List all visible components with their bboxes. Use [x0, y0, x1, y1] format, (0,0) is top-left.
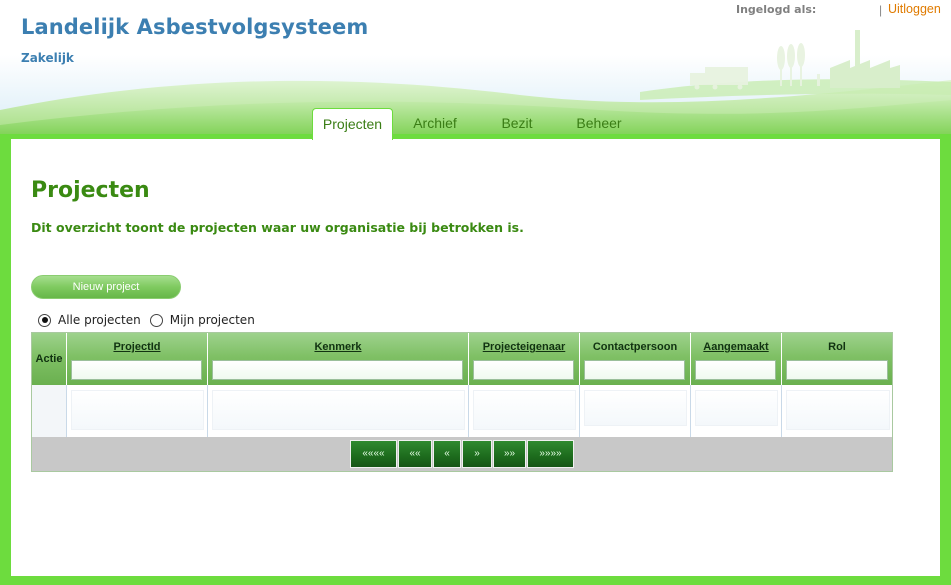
tab-projecten[interactable]: Projecten	[312, 108, 393, 140]
empty-cell	[67, 385, 208, 437]
empty-cell	[32, 385, 67, 437]
radio-all-projects[interactable]	[38, 313, 51, 327]
frame-bottom	[0, 576, 951, 585]
col-aangemaakt: Aangemaakt	[691, 333, 782, 385]
pager-next-button[interactable]: »	[462, 440, 492, 468]
project-filter: Alle projecten Mijn projecten	[38, 311, 264, 329]
frame-right	[940, 135, 951, 585]
col-projectid-title[interactable]: ProjectId	[67, 341, 207, 353]
login-label: Ingelogd als:	[736, 3, 817, 16]
empty-cell-box	[695, 390, 778, 426]
radio-my-projects[interactable]	[149, 313, 163, 327]
filter-projecteigenaar-input[interactable]	[473, 360, 574, 380]
empty-cell	[782, 385, 892, 437]
grid-pager-bar: «««« «« « » »» »»»»	[32, 437, 892, 471]
new-project-button[interactable]: Nieuw project	[31, 275, 181, 299]
col-projecteigenaar-title[interactable]: Projecteigenaar	[469, 341, 579, 353]
pager-prev-button[interactable]: «	[433, 440, 461, 468]
grid-header: Actie ProjectId Kenmerk Projecteigenaar …	[32, 333, 892, 385]
page-title: Projecten	[31, 178, 150, 203]
projects-grid: Actie ProjectId Kenmerk Projecteigenaar …	[31, 332, 893, 472]
filter-aangemaakt-input[interactable]	[695, 360, 776, 380]
filter-contactpersoon-input[interactable]	[584, 360, 685, 380]
empty-cell	[469, 385, 580, 437]
frame-left	[0, 135, 11, 585]
pager-back-far-button[interactable]: ««	[398, 440, 432, 468]
pager-first-button[interactable]: ««««	[350, 440, 397, 468]
col-kenmerk: Kenmerk	[208, 333, 469, 385]
header-separator: |	[879, 3, 883, 17]
app-subtitle: Zakelijk	[21, 51, 74, 65]
col-actie: Actie	[32, 333, 67, 385]
pager-last-button[interactable]: »»»»	[527, 440, 574, 468]
col-projecteigenaar: Projecteigenaar	[469, 333, 580, 385]
empty-cell-box	[473, 390, 576, 430]
col-actie-title: Actie	[35, 353, 63, 365]
empty-cell	[580, 385, 691, 437]
col-rol-title: Rol	[828, 341, 846, 353]
col-kenmerk-title[interactable]: Kenmerk	[208, 341, 468, 353]
radio-all-projects-label[interactable]: Alle projecten	[58, 313, 141, 327]
col-contactpersoon-title: Contactpersoon	[592, 341, 678, 353]
empty-cell-box	[584, 390, 687, 426]
col-rol: Rol	[782, 333, 892, 385]
empty-cell	[691, 385, 782, 437]
page-description: Dit overzicht toont de projecten waar uw…	[31, 220, 524, 235]
tab-beheer[interactable]: Beheer	[562, 108, 636, 140]
grid-body	[32, 385, 892, 437]
col-projectid: ProjectId	[67, 333, 208, 385]
radio-my-projects-label[interactable]: Mijn projecten	[170, 313, 255, 327]
site-header: Landelijk Asbestvolgsysteem Zakelijk Ing…	[0, 0, 951, 140]
app-title: Landelijk Asbestvolgsysteem	[21, 15, 369, 39]
filter-projectid-input[interactable]	[71, 360, 202, 380]
empty-cell-box	[786, 390, 890, 430]
empty-cell-box	[71, 390, 204, 430]
col-aangemaakt-title[interactable]: Aangemaakt	[691, 341, 781, 353]
empty-cell-box	[212, 390, 465, 430]
tab-archief[interactable]: Archief	[400, 108, 470, 140]
tab-bezit[interactable]: Bezit	[485, 108, 549, 140]
logout-link[interactable]: Uitloggen	[888, 2, 941, 16]
filter-rol-input[interactable]	[786, 360, 888, 380]
filter-kenmerk-input[interactable]	[212, 360, 463, 380]
pager-forward-far-button[interactable]: »»	[493, 440, 526, 468]
col-contactpersoon: Contactpersoon	[580, 333, 691, 385]
empty-cell	[208, 385, 469, 437]
